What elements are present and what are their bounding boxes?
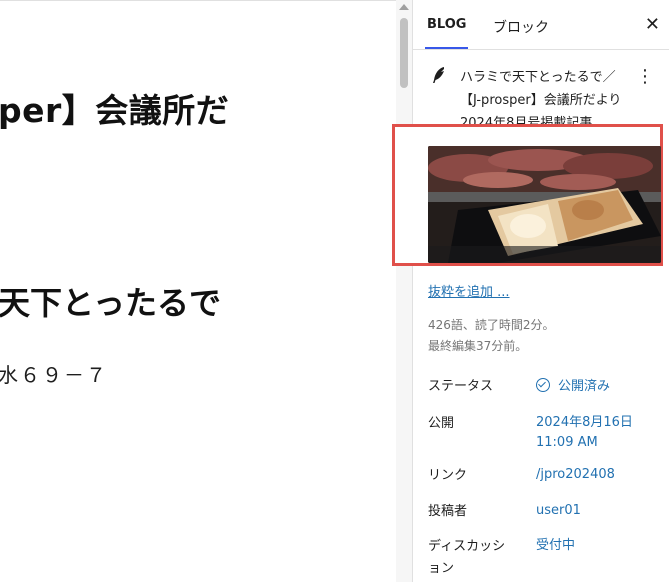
post-subheading[interactable]: 天下とったるで	[0, 278, 221, 324]
post-heading[interactable]: per】会議所だ	[0, 84, 229, 132]
publish-date[interactable]: 2024年8月16日 11:09 AM	[536, 413, 656, 453]
tab-blog[interactable]: BLOG	[424, 17, 469, 49]
status-value[interactable]: 公開済み	[536, 376, 656, 398]
last-edited: 最終編集37分前。	[428, 339, 528, 353]
publish-label: 公開	[428, 416, 455, 431]
settings-sidebar: BLOG ブロック ✕ ハラミで天下とったるで／【J-prosper】会議所だよ…	[392, 0, 669, 582]
permalink[interactable]: /jpro202408	[536, 465, 656, 485]
published-check-icon	[536, 378, 550, 392]
discussion-value[interactable]: 受付中	[536, 536, 656, 556]
status-label: ステータス	[428, 379, 494, 394]
link-label: リンク	[428, 468, 468, 483]
add-excerpt-link[interactable]: 抜粋を追加 ...	[428, 281, 510, 300]
word-count: 426語、読了時間2分。	[428, 318, 555, 332]
editor-scrollbar[interactable]	[396, 0, 412, 582]
close-icon[interactable]: ✕	[645, 14, 660, 35]
featured-image[interactable]	[428, 146, 661, 263]
discussion-label: ディスカッション	[428, 539, 506, 576]
author-label: 投稿者	[428, 504, 468, 519]
featured-image-photo	[428, 146, 661, 263]
feather-icon	[433, 67, 444, 83]
editor-canvas[interactable]: per】会議所だ 天下とったるで 水６９－７	[0, 0, 396, 583]
more-options-icon[interactable]: ⋮	[636, 68, 654, 86]
scrollbar-thumb[interactable]	[400, 18, 408, 88]
post-paragraph[interactable]: 水６９－７	[0, 359, 108, 388]
post-meta: 426語、読了時間2分。 最終編集37分前。	[428, 315, 555, 357]
tab-block[interactable]: ブロック	[493, 17, 549, 37]
status-value-text: 公開済み	[558, 379, 611, 394]
author-value[interactable]: user01	[536, 501, 656, 521]
sidebar-tabs: BLOG ブロック ✕	[413, 0, 669, 50]
scroll-up-arrow-icon[interactable]	[399, 4, 409, 10]
